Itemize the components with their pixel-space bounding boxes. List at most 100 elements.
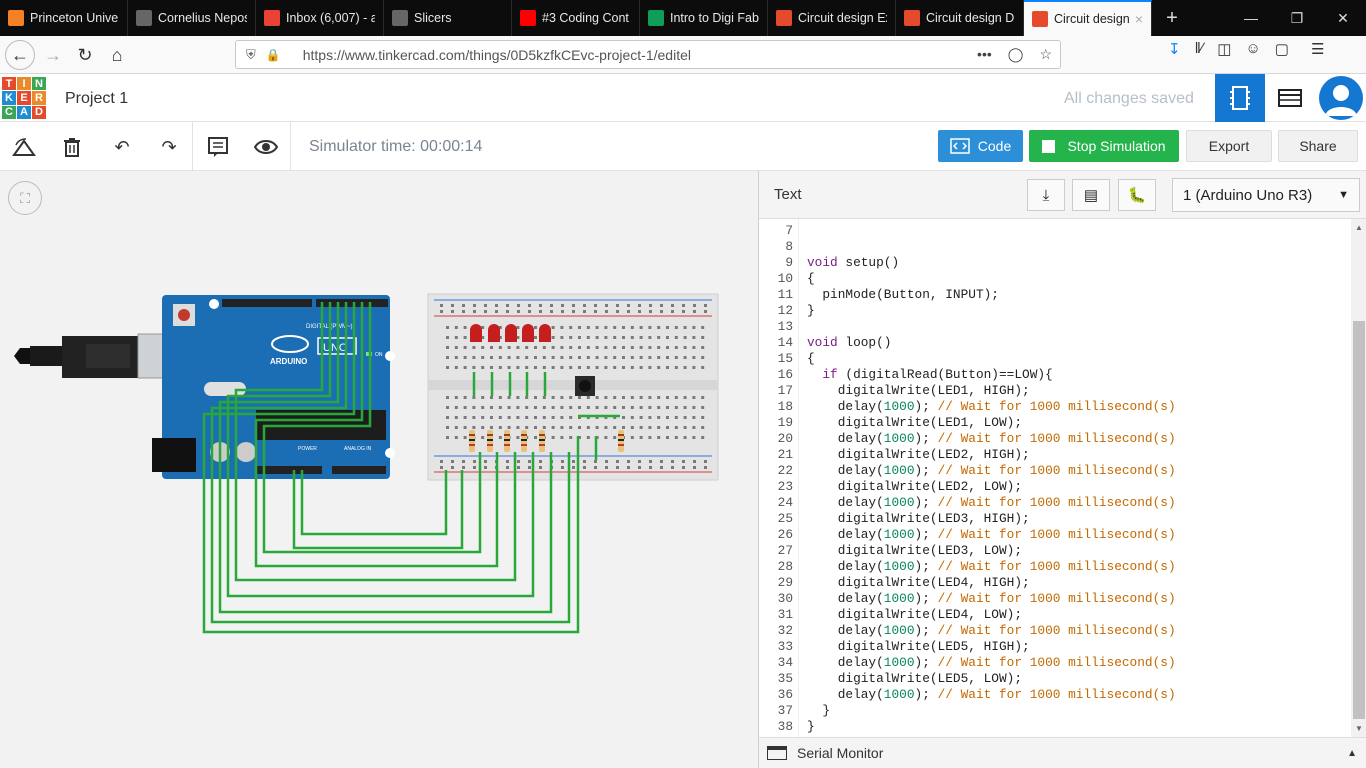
code-button[interactable]: Code <box>938 130 1023 162</box>
code-line[interactable]: 35 digitalWrite(LED5, LOW); <box>759 671 1351 687</box>
debugger-icon[interactable]: 🐛 <box>1118 179 1156 211</box>
home-icon[interactable]: ⌂ <box>102 40 132 70</box>
minimize-icon[interactable]: — <box>1228 0 1274 36</box>
account-icon[interactable]: ☺ <box>1245 40 1260 58</box>
scrollbar-thumb[interactable] <box>1353 321 1365 719</box>
code-line[interactable]: 25 digitalWrite(LED3, HIGH); <box>759 511 1351 527</box>
led[interactable] <box>539 324 551 342</box>
code-mode-label[interactable]: Text <box>774 186 802 203</box>
browser-tab[interactable]: Intro to Digi Fab <box>640 0 768 36</box>
browser-tab[interactable]: Circuit design × <box>1024 0 1152 36</box>
browser-tab[interactable]: Princeton Univer <box>0 0 128 36</box>
code-line[interactable]: 26 delay(1000); // Wait for 1000 millise… <box>759 527 1351 543</box>
code-line[interactable]: 38} <box>759 719 1351 735</box>
code-line[interactable]: 17 digitalWrite(LED1, HIGH); <box>759 383 1351 399</box>
code-line[interactable]: 34 delay(1000); // Wait for 1000 millise… <box>759 655 1351 671</box>
led[interactable] <box>470 324 482 342</box>
code-line[interactable]: 9 void setup() <box>759 255 1351 271</box>
pocket-icon[interactable]: ◯ <box>1008 46 1024 63</box>
extension-icon[interactable]: ▢ <box>1275 40 1289 58</box>
code-line[interactable]: 7 <box>759 223 1351 239</box>
code-line[interactable]: 13 <box>759 319 1351 335</box>
share-button[interactable]: Share <box>1278 130 1358 162</box>
stop-simulation-button[interactable]: Stop Simulation <box>1029 130 1179 162</box>
code-line[interactable]: 20 delay(1000); // Wait for 1000 millise… <box>759 431 1351 447</box>
bookmark-star-icon[interactable]: ☆ <box>1039 46 1052 63</box>
code-line[interactable]: 24 delay(1000); // Wait for 1000 millise… <box>759 495 1351 511</box>
code-line[interactable]: 30 delay(1000); // Wait for 1000 millise… <box>759 591 1351 607</box>
download-code-icon[interactable]: ⤓ <box>1027 179 1065 211</box>
close-tab-icon[interactable]: × <box>1135 11 1143 27</box>
forward-icon[interactable]: → <box>38 40 68 70</box>
code-line[interactable]: 10 { <box>759 271 1351 287</box>
notes-icon[interactable] <box>205 134 231 160</box>
code-line[interactable]: 15 { <box>759 351 1351 367</box>
chevron-up-icon[interactable]: ▲ <box>1347 748 1357 759</box>
led[interactable] <box>522 324 534 342</box>
tinkercad-logo[interactable]: TIN KER CAD <box>2 77 46 119</box>
back-icon[interactable]: ← <box>5 40 35 70</box>
rotate-icon[interactable] <box>11 134 37 160</box>
project-name[interactable]: Project 1 <box>65 90 128 108</box>
sidebar-icon[interactable]: ◫ <box>1217 40 1231 58</box>
code-line[interactable]: 16 if (digitalRead(Button)==LOW){ <box>759 367 1351 383</box>
restore-icon[interactable]: ❐ <box>1274 0 1320 36</box>
breadboard[interactable] <box>427 293 719 481</box>
led[interactable] <box>505 324 517 342</box>
code-line[interactable]: 31 digitalWrite(LED4, LOW); <box>759 607 1351 623</box>
menu-icon[interactable]: ☰ <box>1311 40 1324 58</box>
scroll-up-icon[interactable]: ▲ <box>1355 223 1363 232</box>
code-line[interactable]: 19 digitalWrite(LED1, LOW); <box>759 415 1351 431</box>
resistor-band <box>618 439 624 441</box>
close-window-icon[interactable]: ✕ <box>1320 0 1366 36</box>
arduino-uno-board[interactable]: ARDUINO UNO DIGITAL (PWM~) POWER ANALOG … <box>152 295 395 479</box>
url-bar[interactable]: ⛨ 🔒 https://www.tinkercad.com/things/0D5… <box>235 40 1061 69</box>
export-button[interactable]: Export <box>1186 130 1272 162</box>
libraries-icon[interactable]: ▤ <box>1072 179 1110 211</box>
reload-icon[interactable]: ↻ <box>70 40 100 70</box>
device-select[interactable]: 1 (Arduino Uno R3) ▼ <box>1172 178 1360 212</box>
avatar[interactable] <box>1319 76 1363 120</box>
redo-icon[interactable]: ↷ <box>156 134 182 160</box>
code-line[interactable]: 14 void loop() <box>759 335 1351 351</box>
code-line[interactable]: 29 digitalWrite(LED4, HIGH); <box>759 575 1351 591</box>
browser-tab[interactable]: Slicers <box>384 0 512 36</box>
code-text: if (digitalRead(Button)==LOW){ <box>822 367 1053 382</box>
code-editor[interactable]: 7 8 9 void setup() 10 {11 pinMode(Button, INP… <box>759 219 1351 737</box>
new-tab-button[interactable]: + <box>1158 0 1186 36</box>
line-number: 15 <box>777 351 793 366</box>
code-line[interactable]: 18 delay(1000); // Wait for 1000 millise… <box>759 399 1351 415</box>
browser-tab[interactable]: Circuit design Ex <box>768 0 896 36</box>
code-line[interactable]: 12} <box>759 303 1351 319</box>
code-line[interactable]: 8 <box>759 239 1351 255</box>
browser-tab[interactable]: Inbox (6,007) - a <box>256 0 384 36</box>
library-icon[interactable]: ‖∕ <box>1195 40 1204 58</box>
code-line[interactable]: 28 delay(1000); // Wait for 1000 millise… <box>759 559 1351 575</box>
code-line[interactable]: 32 delay(1000); // Wait for 1000 millise… <box>759 623 1351 639</box>
circuit-canvas[interactable]: ⛶ ARDUINO UNO DIGITAL (PWM~) POWER ANALO… <box>0 171 758 768</box>
code-line[interactable]: 27 digitalWrite(LED3, LOW); <box>759 543 1351 559</box>
code-line[interactable]: 37 } <box>759 703 1351 719</box>
visibility-icon[interactable] <box>253 134 279 160</box>
pushbutton[interactable] <box>575 376 595 396</box>
delete-icon[interactable] <box>59 134 85 160</box>
youtube-icon <box>520 10 536 26</box>
code-line[interactable]: 33 digitalWrite(LED5, HIGH); <box>759 639 1351 655</box>
led[interactable] <box>488 324 500 342</box>
code-line[interactable]: 23 digitalWrite(LED2, LOW); <box>759 479 1351 495</box>
download-icon[interactable]: ↧ <box>1168 40 1181 58</box>
browser-tab[interactable]: #3 Coding Cont <box>512 0 640 36</box>
code-line[interactable]: 22 delay(1000); // Wait for 1000 millise… <box>759 463 1351 479</box>
code-line[interactable]: 36 delay(1000); // Wait for 1000 millise… <box>759 687 1351 703</box>
code-line[interactable]: 21 digitalWrite(LED2, HIGH); <box>759 447 1351 463</box>
components-list-button[interactable] <box>1265 74 1315 122</box>
browser-tab[interactable]: Cornelius Nepos: Liv <box>128 0 256 36</box>
serial-monitor-bar[interactable]: Serial Monitor ▲ <box>759 737 1366 768</box>
browser-tab[interactable]: Circuit design D <box>896 0 1024 36</box>
circuit-view-button[interactable] <box>1215 74 1265 122</box>
code-scrollbar[interactable]: ▲ ▼ <box>1351 219 1366 737</box>
page-actions-icon[interactable]: ••• <box>977 46 992 63</box>
scroll-down-icon[interactable]: ▼ <box>1355 724 1363 733</box>
undo-icon[interactable]: ↶ <box>109 134 135 160</box>
code-line[interactable]: 11 pinMode(Button, INPUT); <box>759 287 1351 303</box>
